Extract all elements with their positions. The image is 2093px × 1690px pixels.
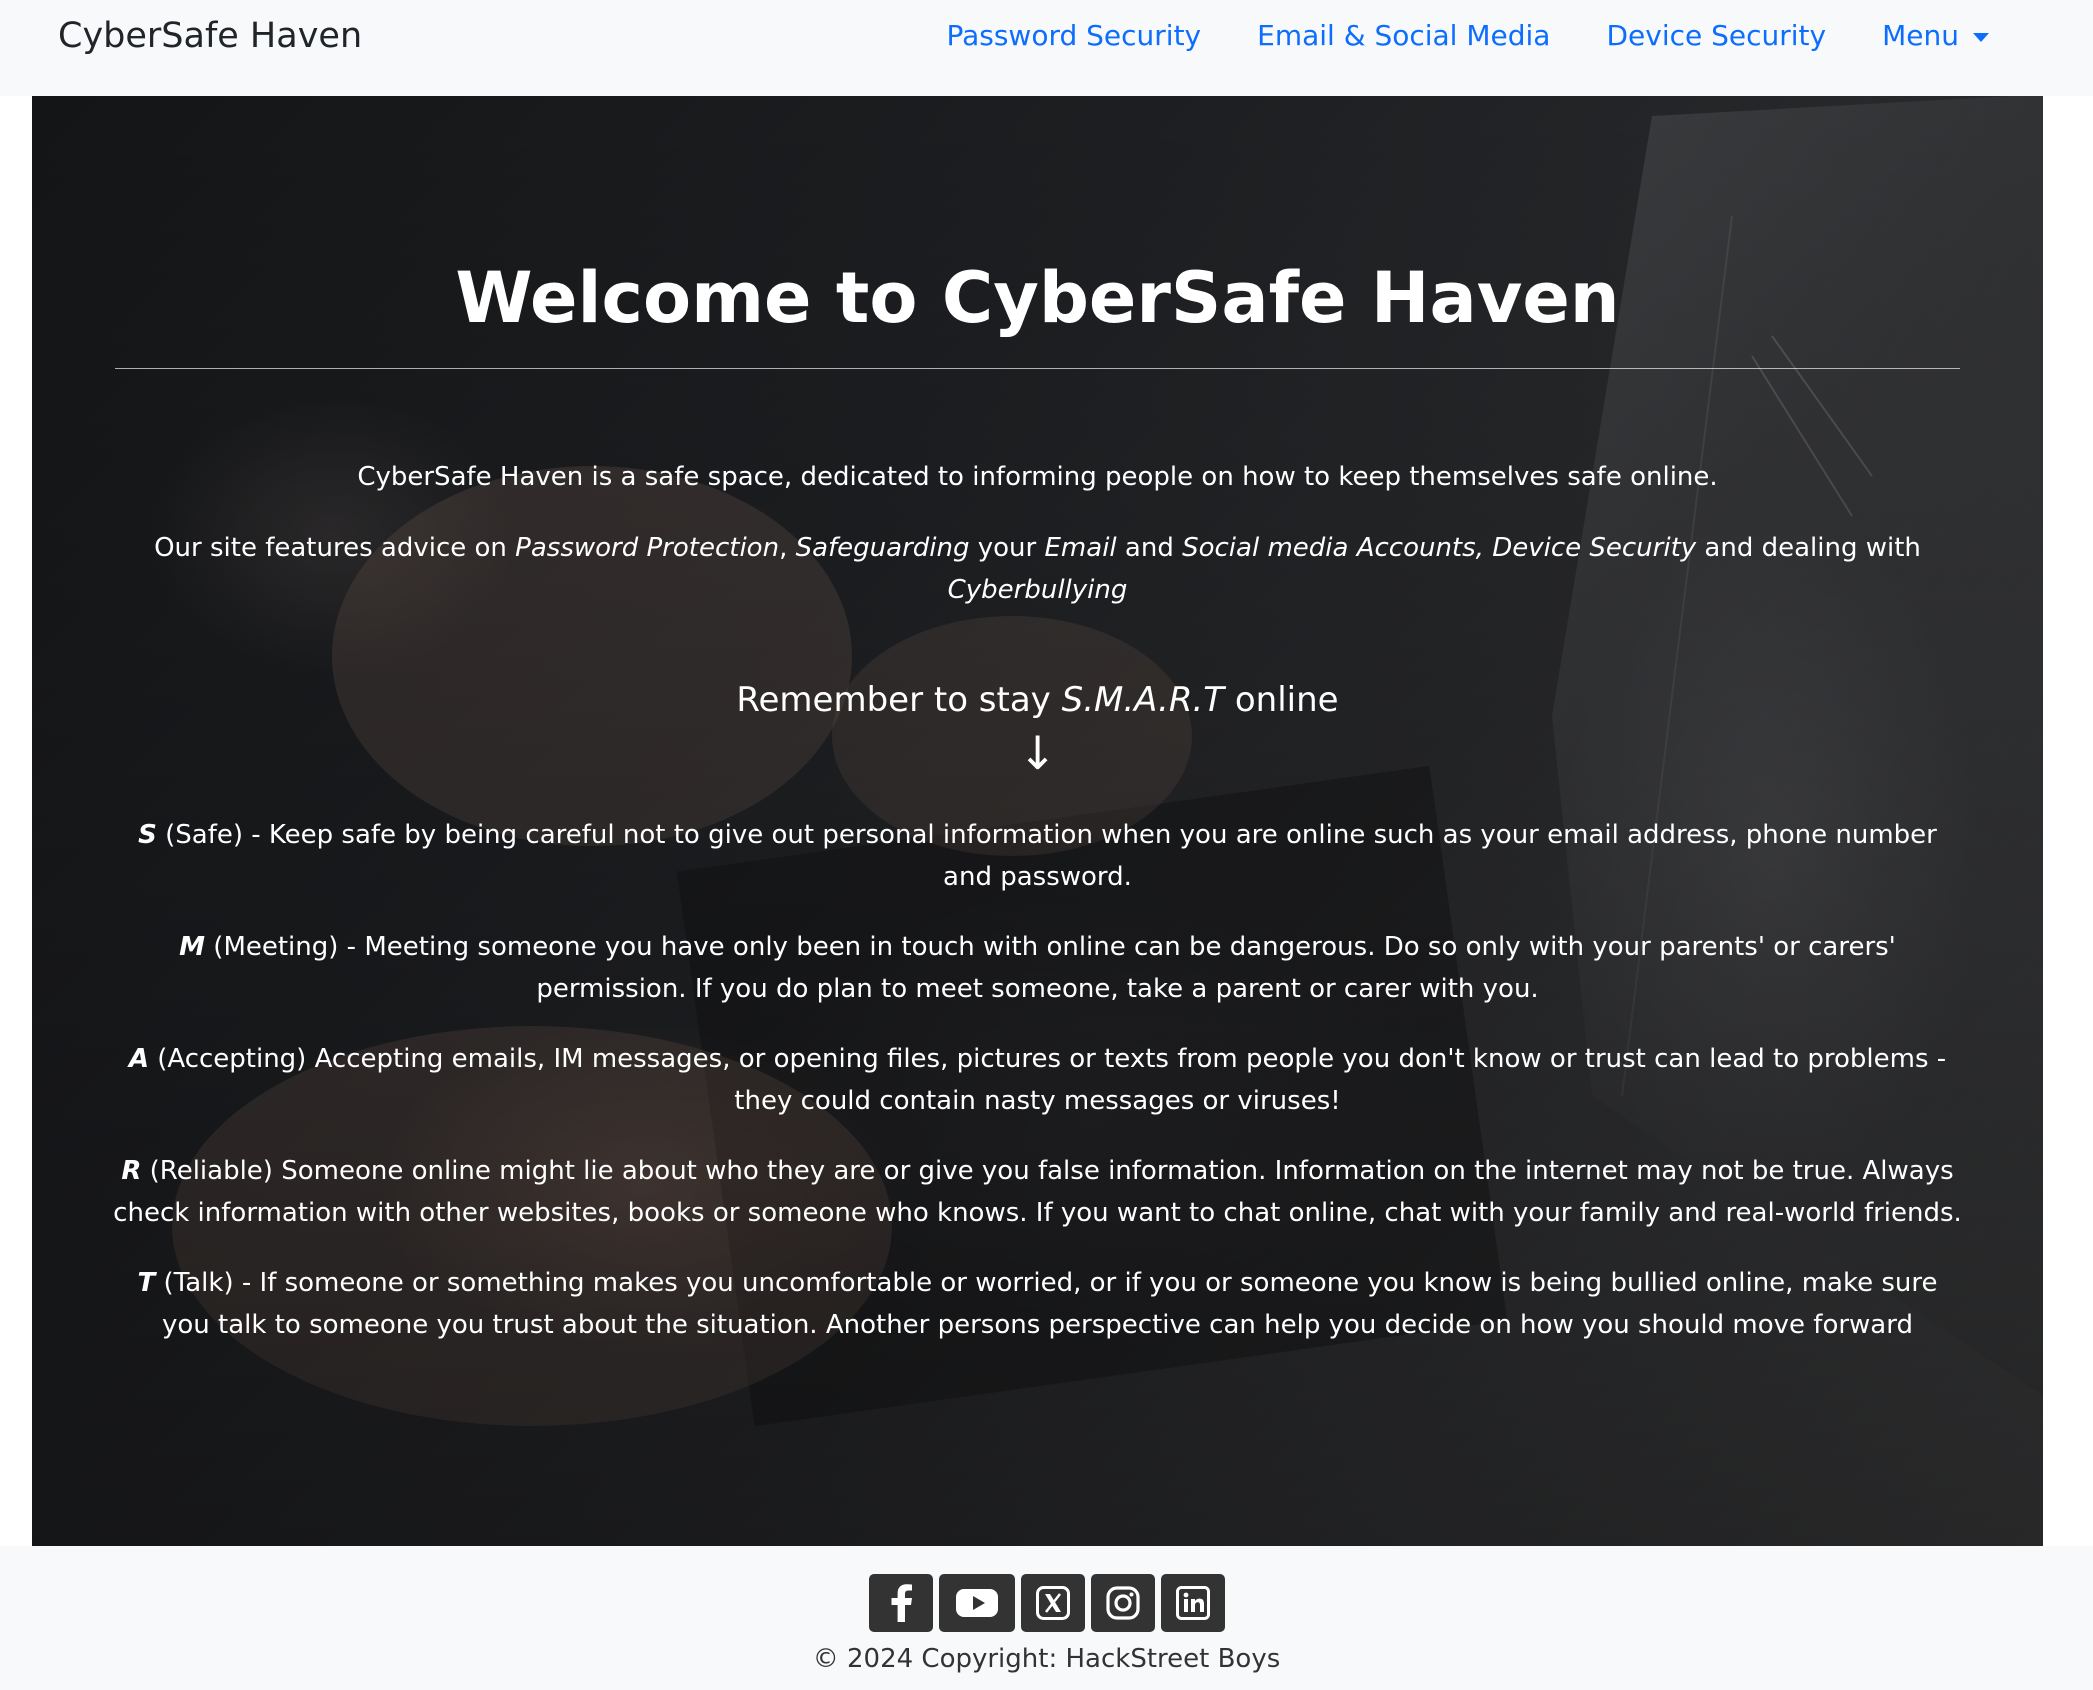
nav-link-password-security[interactable]: Password Security: [946, 16, 1201, 56]
features-text: your: [969, 533, 1045, 563]
smart-item-safe: S (Safe) - Keep safe by being careful no…: [112, 814, 1963, 898]
brand-logo-link[interactable]: CyberSafe Haven: [58, 16, 362, 56]
topic-email: Email: [1044, 533, 1117, 563]
navbar: CyberSafe Haven Password Security Email …: [0, 0, 2093, 96]
smart-item-meeting: M (Meeting) - Meeting someone you have o…: [112, 926, 1963, 1010]
smart-item-reliable: R (Reliable) Someone online might lie ab…: [112, 1150, 1963, 1234]
nav-link-label: Menu: [1882, 19, 1959, 52]
linkedin-icon: [1175, 1586, 1210, 1620]
x-twitter-button[interactable]: [1020, 1574, 1085, 1632]
linkedin-button[interactable]: [1160, 1574, 1225, 1632]
smart-item-text: (Safe) - Keep safe by being careful not …: [156, 820, 1937, 892]
topic-cyberbullying: Cyberbullying: [947, 575, 1128, 605]
smart-letter: R: [121, 1156, 142, 1186]
title-divider: [115, 368, 1960, 369]
smart-letter: S: [138, 820, 157, 850]
smart-heading-text: Remember to stay: [736, 680, 1062, 720]
hero-section: Welcome to CyberSafe Haven CyberSafe Hav…: [32, 96, 2043, 1546]
facebook-icon: [891, 1584, 912, 1622]
features-paragraph: Our site features advice on Password Pro…: [92, 527, 1983, 611]
nav-link-device-security[interactable]: Device Security: [1606, 16, 1826, 56]
copyright-text: © 2024 Copyright: HackStreet Boys: [812, 1644, 1281, 1674]
instagram-icon: [1105, 1586, 1140, 1620]
nav-link-label: Email & Social Media: [1257, 19, 1551, 52]
caret-down-icon: [1973, 32, 1989, 42]
topic-social-device: Social media Accounts, Device Security: [1182, 533, 1697, 563]
topic-safeguarding: Safeguarding: [795, 533, 970, 563]
topic-password-protection: Password Protection: [515, 533, 780, 563]
footer: © 2024 Copyright: HackStreet Boys: [0, 1546, 2093, 1690]
nav-links: Password Security Email & Social Media D…: [946, 16, 1989, 56]
features-text: and dealing with: [1696, 533, 1921, 563]
smart-letter: M: [179, 932, 206, 962]
features-text: ,: [779, 533, 796, 563]
features-text: Our site features advice on: [154, 533, 516, 563]
instagram-button[interactable]: [1090, 1574, 1155, 1632]
x-twitter-icon: [1035, 1586, 1070, 1620]
arrow-down-icon: ↓: [1018, 726, 1057, 780]
features-text: and: [1116, 533, 1183, 563]
smart-letter: T: [137, 1268, 156, 1298]
menu-dropdown-toggle[interactable]: Menu: [1882, 16, 1989, 56]
smart-list: S (Safe) - Keep safe by being careful no…: [112, 814, 1963, 1374]
smart-item-text: (Accepting) Accepting emails, IM message…: [148, 1044, 1947, 1116]
smart-heading-text: online: [1224, 680, 1339, 720]
social-links: [0, 1574, 2093, 1632]
smart-item-talk: T (Talk) - If someone or something makes…: [112, 1262, 1963, 1346]
smart-acronym: S.M.A.R.T: [1061, 680, 1225, 720]
smart-letter: A: [128, 1044, 149, 1074]
smart-item-text: (Talk) - If someone or something makes y…: [155, 1268, 1938, 1340]
smart-heading: Remember to stay S.M.A.R.T online: [32, 678, 2043, 722]
youtube-icon: [955, 1589, 998, 1617]
page-title: Welcome to CyberSafe Haven: [455, 257, 1620, 339]
facebook-button[interactable]: [868, 1574, 933, 1632]
nav-link-label: Device Security: [1606, 19, 1827, 52]
nav-link-email-social-media[interactable]: Email & Social Media: [1257, 16, 1550, 56]
youtube-button[interactable]: [938, 1574, 1015, 1632]
smart-item-text: (Reliable) Someone online might lie abou…: [113, 1156, 1962, 1228]
intro-paragraph: CyberSafe Haven is a safe space, dedicat…: [357, 462, 1718, 492]
smart-item-accepting: A (Accepting) Accepting emails, IM messa…: [112, 1038, 1963, 1122]
nav-link-label: Password Security: [946, 19, 1202, 52]
smart-item-text: (Meeting) - Meeting someone you have onl…: [205, 932, 1896, 1004]
